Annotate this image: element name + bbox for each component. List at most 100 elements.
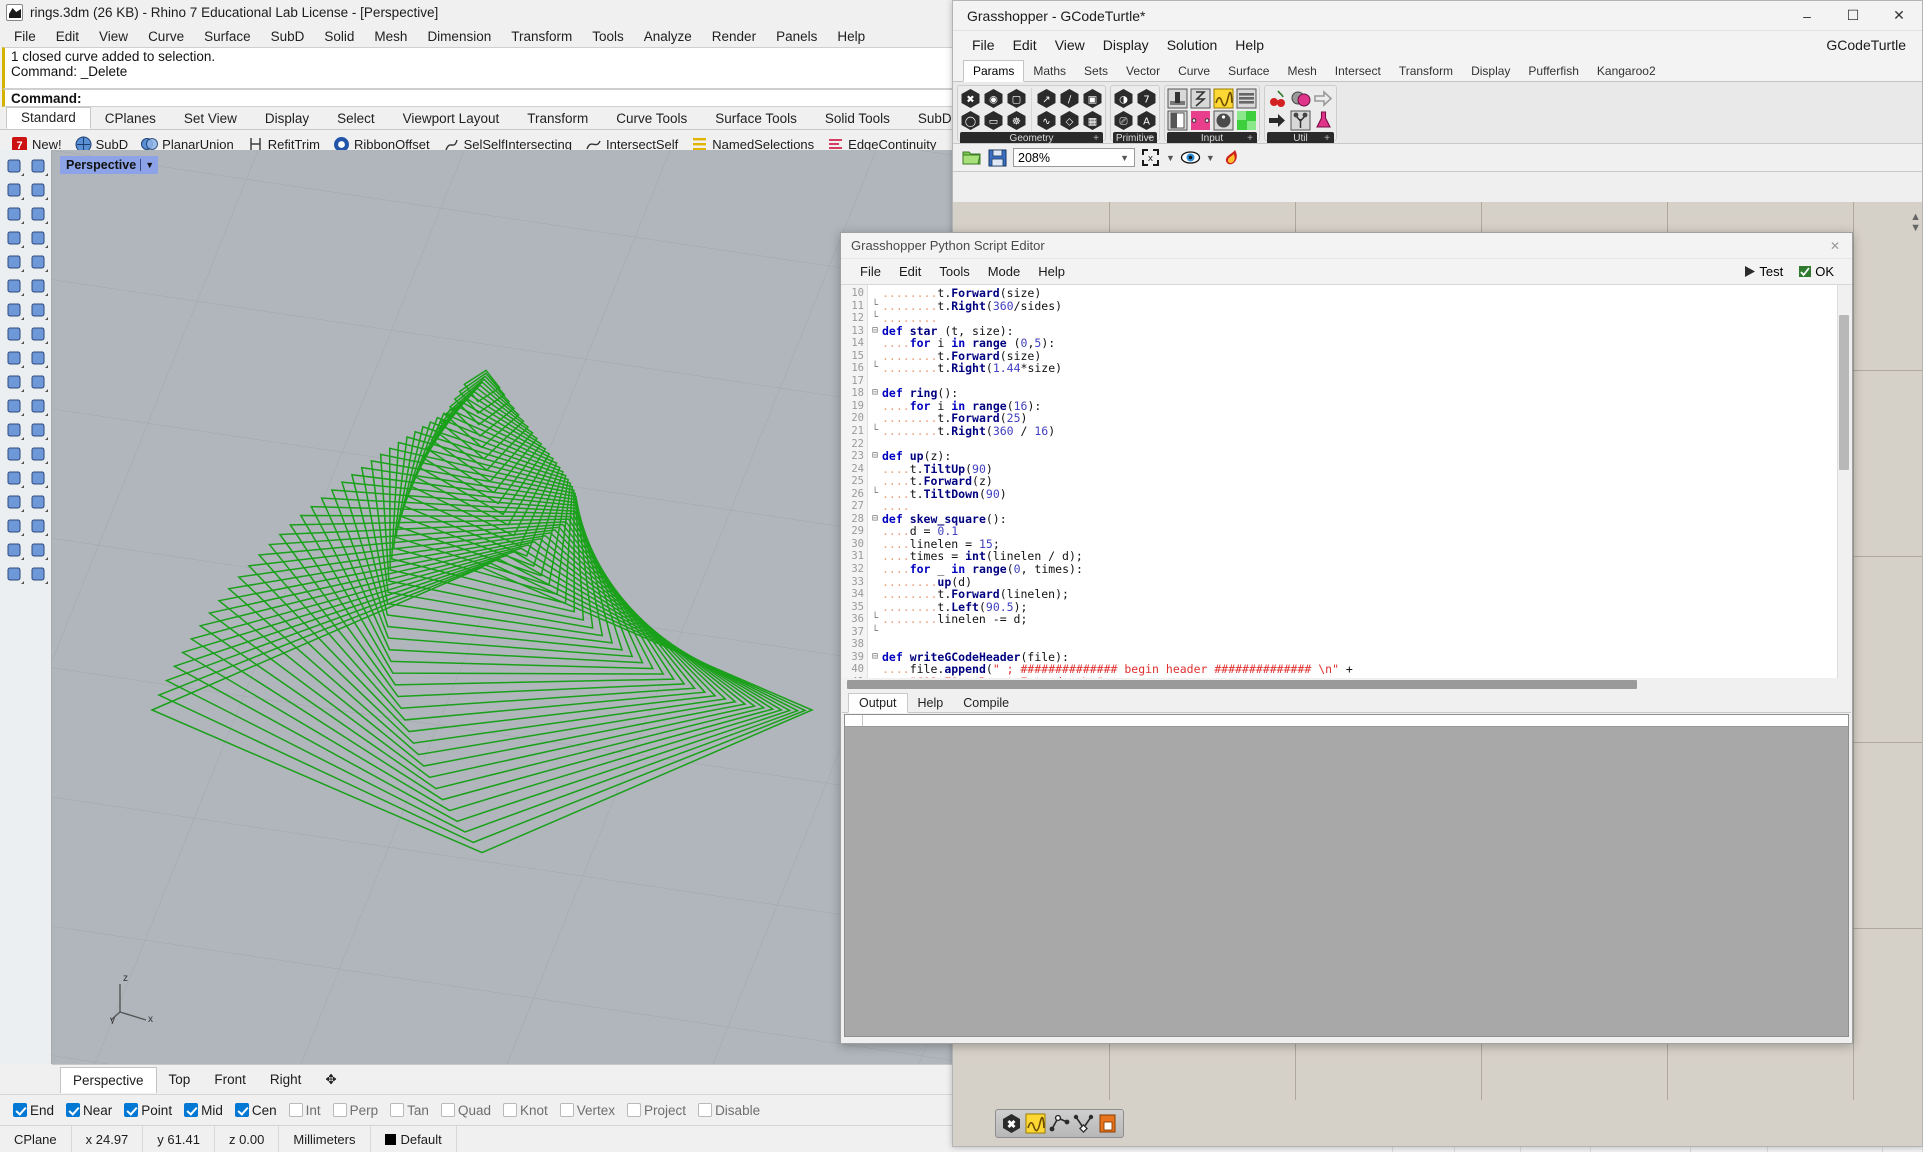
bake-icon[interactable] (1220, 147, 1241, 168)
fold-marker[interactable] (868, 350, 882, 363)
osnap-mid[interactable]: Mid (179, 1103, 228, 1118)
fold-marker[interactable] (868, 500, 882, 513)
py-menu-item-mode[interactable]: Mode (979, 261, 1030, 282)
fold-marker[interactable] (868, 287, 882, 300)
side-tool-grid-array-icon[interactable] (2, 514, 25, 537)
py-menu-item-edit[interactable]: Edit (890, 261, 930, 282)
side-tool-array-icon[interactable] (2, 466, 25, 489)
fold-marker[interactable] (868, 400, 882, 413)
menu-item-curve[interactable]: Curve (138, 27, 194, 46)
param-text-icon[interactable]: A (1136, 110, 1157, 131)
toolbar-tab-surface-tools[interactable]: Surface Tools (701, 109, 811, 129)
code-folding-gutter[interactable]: └└⊟└⊟└⊟└⊟└└⊟» (868, 285, 882, 678)
panel-icon[interactable] (1167, 110, 1188, 131)
osnap-int[interactable]: Int (284, 1103, 326, 1118)
fold-marker[interactable] (868, 475, 882, 488)
param-vector-icon[interactable]: ↗ (1036, 88, 1057, 109)
fold-marker[interactable]: └ (868, 488, 882, 501)
fold-marker[interactable]: └ (868, 425, 882, 438)
output-tab-compile[interactable]: Compile (953, 694, 1019, 712)
side-tool-surface-patch-icon[interactable] (26, 322, 49, 345)
param-geometry-icon[interactable]: ✖ (960, 88, 981, 109)
toolbar-tab-display[interactable]: Display (251, 109, 323, 129)
toolbar-tab-set-view[interactable]: Set View (170, 109, 251, 129)
osnap-checkbox-quad[interactable] (441, 1103, 455, 1117)
gh-tab-maths[interactable]: Maths (1024, 61, 1075, 81)
gh-menu-item-file[interactable]: File (963, 34, 1004, 56)
side-tool-dimension-icon[interactable] (26, 442, 49, 465)
vertical-scrollbar-thumb[interactable] (1839, 315, 1849, 470)
side-tool-check-icon[interactable] (26, 538, 49, 561)
osnap-tan[interactable]: Tan (385, 1103, 434, 1118)
editor-horizontal-scrollbar[interactable] (842, 678, 1851, 691)
gradient-icon[interactable] (1190, 110, 1211, 131)
menu-item-panels[interactable]: Panels (766, 27, 827, 46)
osnap-checkbox-project[interactable] (627, 1103, 641, 1117)
save-disk-icon[interactable] (987, 147, 1008, 168)
menu-item-help[interactable]: Help (827, 27, 875, 46)
maximize-button[interactable]: ☐ (1830, 1, 1876, 30)
osnap-checkbox-mid[interactable] (184, 1103, 198, 1117)
dropdown-caret-1[interactable]: ▼ (1166, 153, 1175, 163)
param-arc-icon[interactable]: ◑ (1113, 88, 1134, 109)
param-brep-icon[interactable]: ▣ (1082, 88, 1103, 109)
add-viewport-icon[interactable]: ✥ (313, 1067, 348, 1093)
graph-mapper-icon[interactable] (1213, 88, 1234, 109)
fold-marker[interactable] (868, 438, 882, 451)
dropdown-caret-2[interactable]: ▼ (1206, 153, 1215, 163)
zoom-level-combobox[interactable]: 208% ▼ (1013, 148, 1135, 167)
side-tool-copy-icon[interactable] (2, 538, 25, 561)
param-transform-icon[interactable]: ◇ (1059, 110, 1080, 131)
toolbar-tab-standard[interactable]: Standard (6, 107, 91, 129)
gh-tab-intersect[interactable]: Intersect (1326, 61, 1390, 81)
side-tool-ellipse-icon[interactable] (26, 202, 49, 225)
data-recorder-icon[interactable] (1290, 88, 1311, 109)
gh-tab-display[interactable]: Display (1462, 61, 1519, 81)
zoom-extents-icon[interactable]: x (1140, 147, 1161, 168)
osnap-checkbox-end[interactable] (13, 1103, 27, 1117)
arrow-right-icon[interactable] (1267, 110, 1288, 131)
osnap-checkbox-knot[interactable] (503, 1103, 517, 1117)
fold-marker[interactable] (868, 601, 882, 614)
osnap-perp[interactable]: Perp (328, 1103, 384, 1118)
open-folder-icon[interactable] (961, 147, 982, 168)
value-list-icon[interactable] (1190, 88, 1211, 109)
osnap-checkbox-tan[interactable] (390, 1103, 404, 1117)
fold-marker[interactable]: ⊟ (868, 513, 882, 526)
python-code-editor[interactable]: 1011121314151617181920212223242526272829… (842, 285, 1851, 678)
osnap-checkbox-disable[interactable] (698, 1103, 712, 1117)
param-surface-icon[interactable]: ◉ (983, 88, 1004, 109)
fold-marker[interactable] (868, 525, 882, 538)
status-cplane[interactable]: CPlane (0, 1126, 72, 1152)
param-number-icon[interactable]: 7 (1136, 88, 1157, 109)
side-tool-render-icon[interactable] (2, 562, 25, 585)
side-tool-cylinder-icon[interactable] (2, 322, 25, 345)
param-plane-icon[interactable]: ▭ (983, 110, 1004, 131)
osnap-project[interactable]: Project (622, 1103, 691, 1118)
multiline-panel-icon[interactable] (1236, 88, 1257, 109)
ribbon-group-expand-icon[interactable]: + (1247, 132, 1253, 144)
side-tool-explode-icon[interactable] (26, 346, 49, 369)
osnap-point[interactable]: Point (119, 1103, 177, 1118)
side-tool-surface-net-icon[interactable] (2, 274, 25, 297)
preview-eye-icon[interactable] (1180, 147, 1201, 168)
osnap-vertex[interactable]: Vertex (555, 1103, 620, 1118)
osnap-checkbox-int[interactable] (289, 1103, 303, 1117)
gh-tab-transform[interactable]: Transform (1390, 61, 1462, 81)
ribbon-group-expand-icon[interactable]: + (1147, 132, 1153, 144)
side-tool-loft-icon[interactable] (26, 490, 49, 513)
fold-marker[interactable] (868, 663, 882, 676)
cherry-icon[interactable] (1267, 88, 1288, 109)
viewport-tab-right[interactable]: Right (258, 1067, 314, 1092)
menu-item-view[interactable]: View (89, 27, 138, 46)
gh-tab-kangaroo2[interactable]: Kangaroo2 (1588, 61, 1665, 81)
py-menu-item-tools[interactable]: Tools (930, 261, 978, 282)
side-tool-arc-icon[interactable] (2, 226, 25, 249)
gh-menu-item-display[interactable]: Display (1094, 34, 1158, 56)
viewport-tab-front[interactable]: Front (202, 1067, 258, 1092)
menu-item-edit[interactable]: Edit (46, 27, 89, 46)
side-tool-rectangle-icon[interactable] (26, 226, 49, 249)
menu-item-mesh[interactable]: Mesh (364, 27, 417, 46)
osnap-checkbox-point[interactable] (124, 1103, 138, 1117)
status-units[interactable]: Millimeters (279, 1126, 370, 1152)
